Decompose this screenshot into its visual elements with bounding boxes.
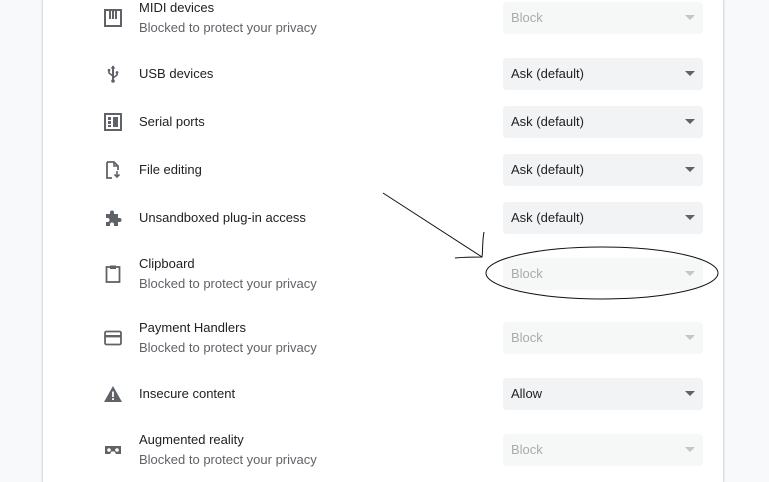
setting-subtitle: Blocked to protect your privacy bbox=[139, 276, 317, 291]
setting-row-file-editing: File editing Ask (default) bbox=[43, 154, 723, 186]
setting-row-unsandboxed-plugin: Unsandboxed plug-in access Ask (default) bbox=[43, 202, 723, 234]
select-value: Ask (default) bbox=[511, 210, 584, 225]
setting-row-midi-devices: MIDI devices Blocked to protect your pri… bbox=[43, 0, 723, 40]
site-settings-card: MIDI devices Blocked to protect your pri… bbox=[42, 0, 724, 482]
select-value: Ask (default) bbox=[511, 66, 584, 81]
chevron-down-icon bbox=[685, 167, 695, 172]
setting-title: Payment Handlers bbox=[139, 320, 246, 335]
setting-title: Clipboard bbox=[139, 256, 195, 271]
setting-row-usb-devices: USB devices Ask (default) bbox=[43, 58, 723, 90]
select-value: Ask (default) bbox=[511, 114, 584, 129]
select-value: Block bbox=[511, 330, 543, 345]
setting-row-payment-handlers: Payment Handlers Blocked to protect your… bbox=[43, 320, 723, 360]
vr-headset-icon bbox=[102, 439, 124, 461]
midi-devices-select[interactable]: Block bbox=[503, 2, 703, 34]
setting-title: Insecure content bbox=[139, 386, 236, 401]
serial-port-icon bbox=[102, 111, 124, 133]
file-edit-icon bbox=[102, 159, 124, 181]
clipboard-icon bbox=[102, 263, 124, 285]
select-value: Block bbox=[511, 10, 543, 25]
insecure-content-select[interactable]: Allow bbox=[503, 378, 703, 410]
select-value: Block bbox=[511, 442, 543, 457]
warning-icon bbox=[102, 383, 124, 405]
setting-title: File editing bbox=[139, 162, 202, 177]
payment-handlers-select[interactable]: Block bbox=[503, 322, 703, 354]
chevron-down-icon bbox=[685, 335, 695, 340]
augmented-reality-select[interactable]: Block bbox=[503, 434, 703, 466]
setting-row-clipboard: Clipboard Blocked to protect your privac… bbox=[43, 256, 723, 296]
setting-subtitle: Blocked to protect your privacy bbox=[139, 20, 317, 35]
setting-title: MIDI devices bbox=[139, 0, 215, 15]
setting-title: Unsandboxed plug-in access bbox=[139, 210, 306, 225]
serial-ports-select[interactable]: Ask (default) bbox=[503, 106, 703, 138]
chevron-down-icon bbox=[685, 271, 695, 276]
setting-subtitle: Blocked to protect your privacy bbox=[139, 340, 317, 355]
chevron-down-icon bbox=[685, 215, 695, 220]
setting-row-serial-ports: Serial ports Ask (default) bbox=[43, 106, 723, 138]
setting-title: Augmented reality bbox=[139, 432, 244, 447]
file-editing-select[interactable]: Ask (default) bbox=[503, 154, 703, 186]
credit-card-icon bbox=[102, 327, 124, 349]
setting-row-insecure-content: Insecure content Allow bbox=[43, 378, 723, 410]
chevron-down-icon bbox=[685, 71, 695, 76]
chevron-down-icon bbox=[685, 119, 695, 124]
select-value: Allow bbox=[511, 386, 543, 401]
piano-keys-icon bbox=[102, 7, 124, 29]
usb-icon bbox=[102, 63, 124, 85]
setting-subtitle: Blocked to protect your privacy bbox=[139, 452, 317, 467]
select-value: Block bbox=[511, 266, 543, 281]
setting-row-augmented-reality: Augmented reality Blocked to protect you… bbox=[43, 432, 723, 472]
chevron-down-icon bbox=[685, 447, 695, 452]
usb-devices-select[interactable]: Ask (default) bbox=[503, 58, 703, 90]
chevron-down-icon bbox=[685, 391, 695, 396]
unsandboxed-plugin-select[interactable]: Ask (default) bbox=[503, 202, 703, 234]
chevron-down-icon bbox=[685, 15, 695, 20]
clipboard-select[interactable]: Block bbox=[503, 258, 703, 290]
select-value: Ask (default) bbox=[511, 162, 584, 177]
setting-title: USB devices bbox=[139, 66, 214, 81]
puzzle-piece-icon bbox=[102, 207, 124, 229]
setting-title: Serial ports bbox=[139, 114, 205, 129]
